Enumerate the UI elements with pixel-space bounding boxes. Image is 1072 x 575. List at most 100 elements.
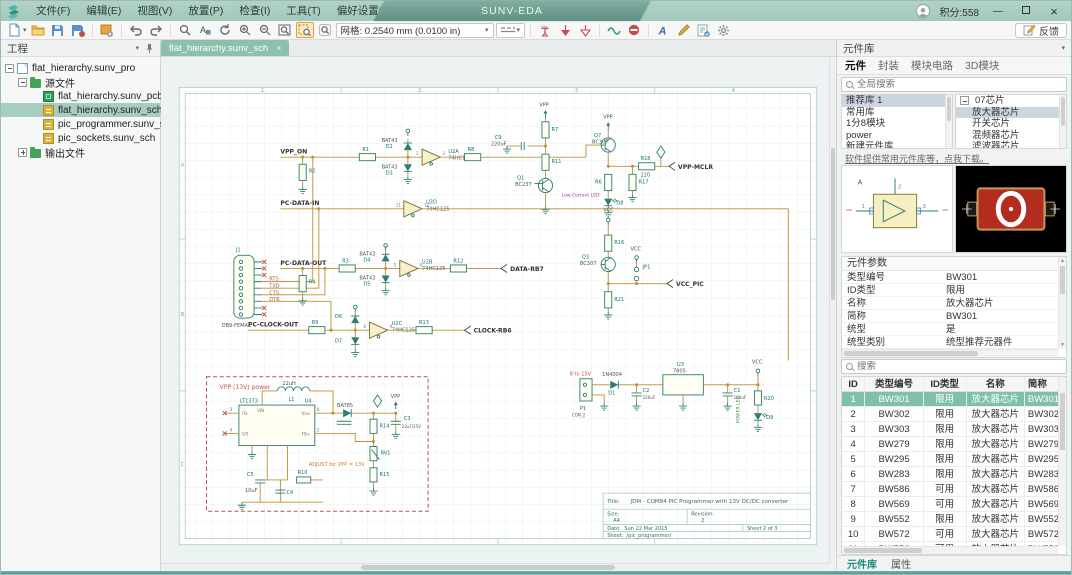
feedback-button[interactable]: 反馈: [1015, 22, 1067, 38]
score-label[interactable]: 积分:558: [940, 4, 979, 19]
library-item-2[interactable]: 1分8模块: [842, 118, 945, 130]
library-tab-3[interactable]: 3D模块: [965, 57, 999, 75]
library-item-1[interactable]: 常用库: [842, 107, 945, 119]
menu-item-5[interactable]: 工具(T): [278, 1, 328, 21]
new-file-caret-icon[interactable]: ▾: [23, 26, 27, 34]
ground-filled-button[interactable]: [556, 22, 574, 38]
table-hscrollbar[interactable]: [842, 546, 1058, 554]
bottom-tab-1[interactable]: 属性: [891, 556, 911, 571]
table-row[interactable]: 4 BW279 限用 放大器芯片 BW279: [842, 437, 1058, 452]
pin-icon[interactable]: [145, 43, 154, 53]
table-row[interactable]: 5 BW295 限用 放大器芯片 BW295: [842, 452, 1058, 467]
tree-item-4[interactable]: pic_programmer.sunv_sch: [1, 117, 175, 131]
library-item-0[interactable]: 推荐库 1: [842, 95, 945, 107]
menu-item-4[interactable]: 检查(I): [231, 1, 278, 21]
library-tab-0[interactable]: 元件: [845, 57, 866, 75]
power-port-button[interactable]: Vss: [536, 22, 554, 38]
params-hscrollbar[interactable]: [842, 349, 1058, 357]
tree-item-3[interactable]: flat_hierarchy.sunv_sch: [1, 103, 162, 117]
wire-tool-button[interactable]: [605, 22, 623, 38]
schematic-canvas[interactable]: 1 2 3 4 A B C J1 DB9-FEMAL RTS TXD CTS D…: [161, 57, 836, 571]
library-list-scrollbar[interactable]: [945, 95, 952, 148]
table-vscrollbar[interactable]: [1058, 377, 1066, 546]
zoom-out-button[interactable]: [256, 22, 274, 38]
table-row[interactable]: 8 BW569 可用 放大器芯片 BW569: [842, 497, 1058, 512]
tree-item-5[interactable]: pic_sockets.sunv_sch: [1, 131, 160, 145]
draw-tool-button[interactable]: [674, 22, 692, 38]
redo-button[interactable]: [147, 22, 165, 38]
minimize-button[interactable]: —: [989, 6, 1007, 17]
project-panel-menu-icon[interactable]: ▾: [135, 44, 139, 52]
grid-size-dropdown[interactable]: 网格: 0.2540 mm (0.0100 in) ▾: [335, 22, 494, 38]
param-row-2[interactable]: 名称 放大器芯片: [842, 297, 1058, 310]
find-text-button[interactable]: A: [196, 22, 214, 38]
table-header-0[interactable]: ID: [842, 377, 866, 391]
global-search-box[interactable]: [841, 77, 1067, 92]
tree-expander-icon[interactable]: [18, 77, 27, 87]
zoom-selection-button[interactable]: [295, 22, 314, 38]
category-item-1[interactable]: 开关芯片: [956, 118, 1059, 130]
settings-gear-button[interactable]: [714, 22, 732, 38]
user-avatar[interactable]: [915, 4, 930, 18]
library-tab-1[interactable]: 封装: [878, 57, 899, 75]
table-header-3[interactable]: 名称: [967, 377, 1025, 391]
schematic-drawing[interactable]: 1 2 3 4 A B C J1 DB9-FEMAL RTS TXD CTS D…: [161, 57, 836, 571]
library-panel-menu-icon[interactable]: ▾: [1061, 44, 1065, 52]
menu-item-1[interactable]: 编辑(E): [78, 1, 129, 21]
line-style-dropdown[interactable]: ▾: [495, 22, 526, 38]
new-file-button[interactable]: [5, 22, 23, 38]
category-item-0[interactable]: 放大器芯片: [956, 106, 1059, 118]
search-button[interactable]: [316, 22, 334, 38]
no-connect-button[interactable]: [625, 22, 643, 38]
table-row[interactable]: 1 BW301 限用 放大器芯片 BW301: [842, 392, 1059, 407]
zoom-fit-button[interactable]: [276, 22, 294, 38]
save-all-button[interactable]: [69, 22, 87, 38]
category-item-3[interactable]: 滤波器芯片: [956, 141, 1059, 148]
table-row[interactable]: 7 BW586 可用 放大器芯片 BW586: [842, 482, 1058, 497]
category-list-scrollbar[interactable]: [1059, 95, 1066, 148]
category-expander-icon[interactable]: [960, 96, 969, 106]
tree-item-1[interactable]: 源文件: [1, 75, 160, 90]
canvas-hscrollbar[interactable]: [161, 563, 829, 571]
tree-item-6[interactable]: 输出文件: [1, 145, 160, 160]
param-row-4[interactable]: 统型 是: [842, 323, 1058, 336]
library-item-4[interactable]: 新建元件库: [842, 141, 945, 148]
table-row[interactable]: 9 BW552 限用 放大器芯片 BW552: [842, 512, 1058, 527]
table-row[interactable]: 2 BW302 限用 放大器芯片 BW302: [842, 407, 1058, 422]
library-tab-2[interactable]: 模块电路: [911, 57, 953, 75]
sheet-settings-button[interactable]: [694, 22, 712, 38]
zoom-in-button[interactable]: [236, 22, 254, 38]
table-search-box[interactable]: [841, 359, 1067, 374]
table-row[interactable]: 6 BW283 限用 放大器芯片 BW283: [842, 467, 1058, 482]
download-hint-link[interactable]: 软件提供常用元件库等，点我下载。: [837, 151, 1071, 165]
table-header-2[interactable]: ID类型: [924, 377, 967, 391]
tree-item-2[interactable]: flat_hierarchy.sunv_pcb: [1, 89, 163, 103]
save-button[interactable]: [49, 22, 67, 38]
undo-button[interactable]: [127, 22, 145, 38]
footprint-preview[interactable]: 0: [955, 165, 1067, 253]
table-header-4[interactable]: 简称: [1025, 377, 1058, 391]
category-item-2[interactable]: 混频器芯片: [956, 130, 1059, 142]
param-row-1[interactable]: ID类型 限用: [842, 284, 1058, 297]
param-row-3[interactable]: 简称 BW301: [842, 310, 1058, 323]
refresh-button[interactable]: [216, 22, 234, 38]
table-header-1[interactable]: 类型编号: [865, 377, 924, 391]
text-tool-button[interactable]: A: [654, 22, 672, 38]
param-row-5[interactable]: 统型类别 统型推荐元器件: [842, 336, 1058, 349]
table-row[interactable]: 10 BW572 可用 放大器芯片 BW572: [842, 527, 1058, 542]
tab-close-icon[interactable]: ×: [276, 43, 281, 53]
menu-item-3[interactable]: 放置(P): [180, 1, 231, 21]
tree-item-0[interactable]: flat_hierarchy.sunv_pro: [1, 61, 160, 75]
menu-item-2[interactable]: 视图(V): [129, 1, 180, 21]
menu-item-0[interactable]: 文件(F): [28, 1, 78, 21]
params-scroll-up-icon[interactable]: ▲: [1059, 257, 1066, 265]
ground-open-button[interactable]: [576, 22, 594, 38]
tree-expander-icon[interactable]: [18, 147, 27, 157]
canvas-vscrollbar[interactable]: [829, 57, 836, 563]
editor-tab-active[interactable]: flat_hierarchy.sunv_sch ×: [161, 40, 290, 56]
export-image-button[interactable]: [98, 22, 116, 38]
params-scroll-down-icon[interactable]: ▼: [1059, 341, 1066, 349]
maximize-button[interactable]: [1017, 5, 1035, 17]
open-project-button[interactable]: [29, 22, 47, 38]
tree-expander-icon[interactable]: [5, 63, 14, 73]
